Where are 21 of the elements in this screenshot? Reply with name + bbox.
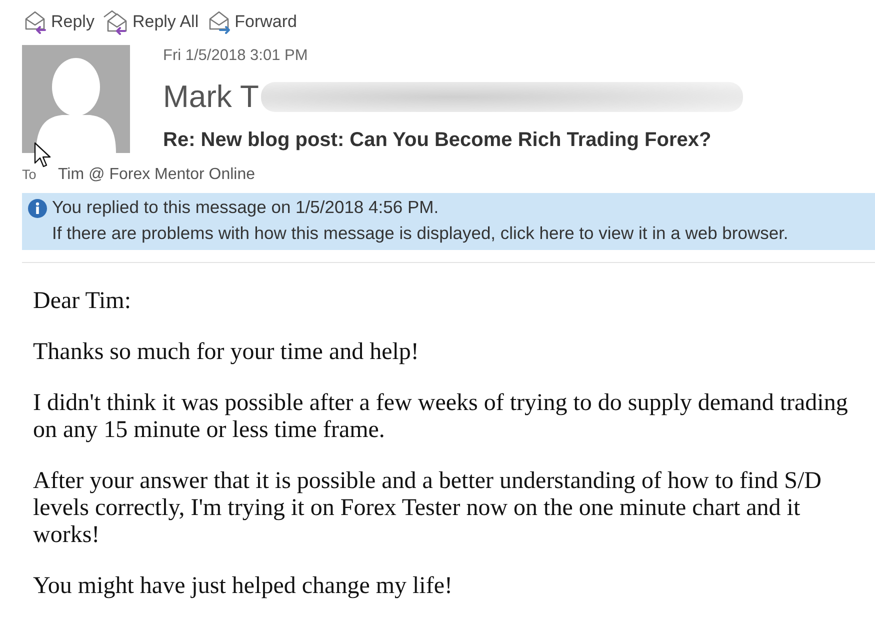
message-date: Fri 1/5/2018 3:01 PM bbox=[163, 46, 309, 66]
message-paragraph: You might have just helped change my life! bbox=[33, 573, 454, 600]
reply-notice: You replied to this message on 1/5/2018 4:56 PM. bbox=[52, 196, 440, 219]
mouse-pointer-icon bbox=[34, 142, 52, 168]
reply-button[interactable]: Reply bbox=[24, 10, 94, 34]
message-subject: Re: New blog post: Can You Become Rich Trading Forex? bbox=[163, 128, 712, 152]
envelopes-reply-all-icon bbox=[103, 10, 130, 34]
info-icon bbox=[28, 199, 47, 218]
display-problem-notice[interactable]: If there are problems with how this message is displayed, click here to view it in a web browser. bbox=[52, 220, 788, 246]
recipient-name: Tim @ Forex Mentor Online bbox=[58, 165, 256, 185]
avatar-silhouette-icon bbox=[22, 45, 130, 153]
message-paragraph: I didn't think it was possible after a few weeks of trying to do supply demand trading on any 15 minute or less time frame. bbox=[33, 390, 849, 444]
message-paragraph: After your answer that it is possible and a better understanding of how to find S/D levels correctly, I'm trying it on Forex Tester now on the one minute chart and it works! bbox=[33, 468, 823, 549]
message-paragraph: Thanks so much for your time and help! bbox=[33, 339, 420, 366]
forward-button[interactable]: Forward bbox=[208, 10, 297, 34]
to-label: To bbox=[22, 166, 38, 184]
envelope-forward-icon bbox=[208, 10, 232, 34]
reply-all-button[interactable]: Reply All bbox=[103, 10, 199, 34]
envelope-reply-icon bbox=[24, 10, 48, 34]
sender-name: Mark T bbox=[163, 78, 259, 116]
message-paragraph: Dear Tim: bbox=[33, 288, 132, 315]
